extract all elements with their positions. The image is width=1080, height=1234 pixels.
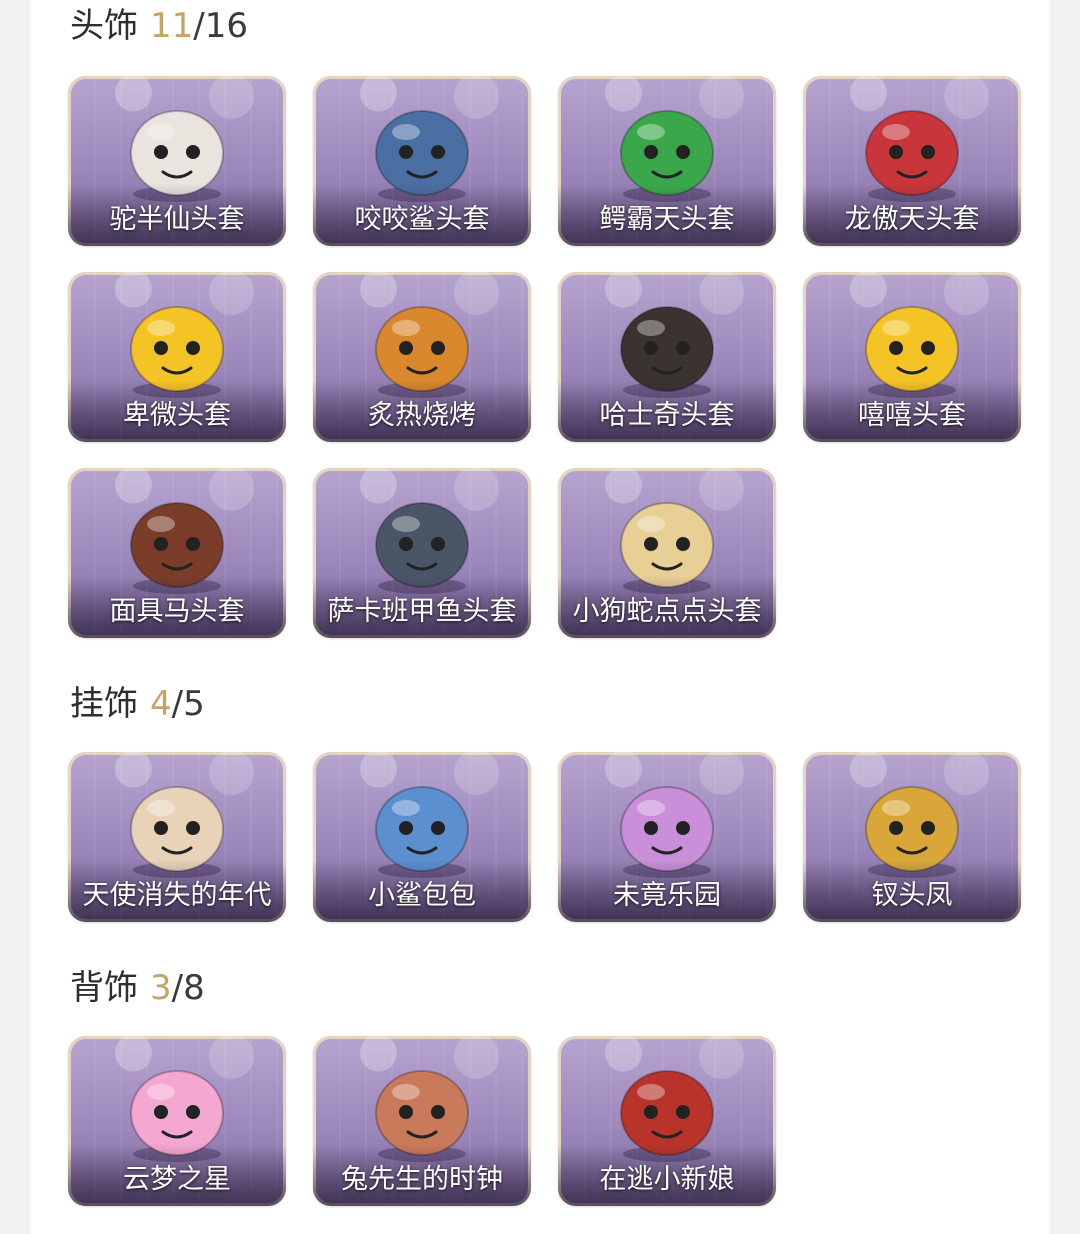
husky-sunglasses-head-icon xyxy=(607,294,727,404)
item-card[interactable]: 天使消失的年代 xyxy=(68,752,286,922)
item-label: 驼半仙头套 xyxy=(109,204,245,235)
unicorn-star-back-icon xyxy=(117,1058,237,1168)
item-label: 龙傲天头套 xyxy=(844,204,980,235)
doll-girl-pendant-icon xyxy=(607,774,727,884)
item-label: 炙热烧烤 xyxy=(368,400,476,431)
section-title: 头饰 11/16 xyxy=(70,4,248,48)
crocodile-head-icon xyxy=(607,98,727,208)
snake-head-icon xyxy=(607,490,727,600)
bbq-meat-head-icon xyxy=(362,294,482,404)
owned-count: 4 xyxy=(150,684,172,724)
shark-bag-pendant-icon xyxy=(362,774,482,884)
total-count: /8 xyxy=(171,968,205,1008)
rabbit-clock-back-icon xyxy=(362,1058,482,1168)
angel-girl-pendant-icon xyxy=(117,774,237,884)
section-title: 挂饰 4/5 xyxy=(70,682,205,726)
item-label: 萨卡班甲鱼头套 xyxy=(327,596,517,627)
item-label: 云梦之星 xyxy=(123,1164,231,1195)
item-card[interactable]: 小狗蛇点点头套 xyxy=(558,468,776,638)
item-label: 天使消失的年代 xyxy=(82,880,272,911)
red-veil-back-icon xyxy=(607,1058,727,1168)
section-name: 背饰 xyxy=(70,968,138,1008)
total-count: /5 xyxy=(171,684,205,724)
shark-head-icon xyxy=(362,98,482,208)
item-card[interactable]: 未竟乐园 xyxy=(558,752,776,922)
horse-mask-head-icon xyxy=(117,490,237,600)
item-card[interactable]: 炙热烧烤 xyxy=(313,272,531,442)
owned-count: 3 xyxy=(150,968,172,1008)
item-label: 钗头凤 xyxy=(871,880,953,911)
item-card[interactable]: 龙傲天头套 xyxy=(803,76,1021,246)
section-name: 挂饰 xyxy=(70,684,138,724)
item-card[interactable]: 面具马头套 xyxy=(68,468,286,638)
item-label: 小狗蛇点点头套 xyxy=(572,596,762,627)
phoenix-crown-pendant-icon xyxy=(852,774,972,884)
item-card[interactable]: 萨卡班甲鱼头套 xyxy=(313,468,531,638)
total-count: /16 xyxy=(193,6,248,46)
fish-head-icon xyxy=(362,490,482,600)
sad-emoji-head-icon xyxy=(117,294,237,404)
item-card[interactable]: 哈士奇头套 xyxy=(558,272,776,442)
item-card[interactable]: 驼半仙头套 xyxy=(68,76,286,246)
item-card[interactable]: 嘻嘻头套 xyxy=(803,272,1021,442)
item-label: 面具马头套 xyxy=(109,596,245,627)
collection-panel: 头饰 11/16 驼半仙头套 咬咬鲨头套 鳄霸天头套 龙傲天头套 卑微头套 炙热烧… xyxy=(30,0,1050,1234)
item-card[interactable]: 在逃小新娘 xyxy=(558,1036,776,1206)
item-card[interactable]: 鳄霸天头套 xyxy=(558,76,776,246)
alpaca-sunglasses-head-icon xyxy=(117,98,237,208)
item-label: 哈士奇头套 xyxy=(599,400,735,431)
owned-count: 11 xyxy=(150,6,194,46)
item-card[interactable]: 云梦之星 xyxy=(68,1036,286,1206)
item-label: 卑微头套 xyxy=(123,400,231,431)
item-card[interactable]: 兔先生的时钟 xyxy=(313,1036,531,1206)
item-label: 咬咬鲨头套 xyxy=(354,204,490,235)
item-card[interactable]: 小鲨包包 xyxy=(313,752,531,922)
section-name: 头饰 xyxy=(70,6,138,46)
item-label: 在逃小新娘 xyxy=(599,1164,735,1195)
item-card[interactable]: 钗头凤 xyxy=(803,752,1021,922)
item-card[interactable]: 卑微头套 xyxy=(68,272,286,442)
item-label: 未竟乐园 xyxy=(613,880,721,911)
dragon-head-icon xyxy=(852,98,972,208)
grin-emoji-head-icon xyxy=(852,294,972,404)
item-label: 嘻嘻头套 xyxy=(858,400,966,431)
item-label: 兔先生的时钟 xyxy=(341,1164,503,1195)
item-card[interactable]: 咬咬鲨头套 xyxy=(313,76,531,246)
item-label: 小鲨包包 xyxy=(368,880,476,911)
item-label: 鳄霸天头套 xyxy=(599,204,735,235)
section-title: 背饰 3/8 xyxy=(70,966,205,1010)
